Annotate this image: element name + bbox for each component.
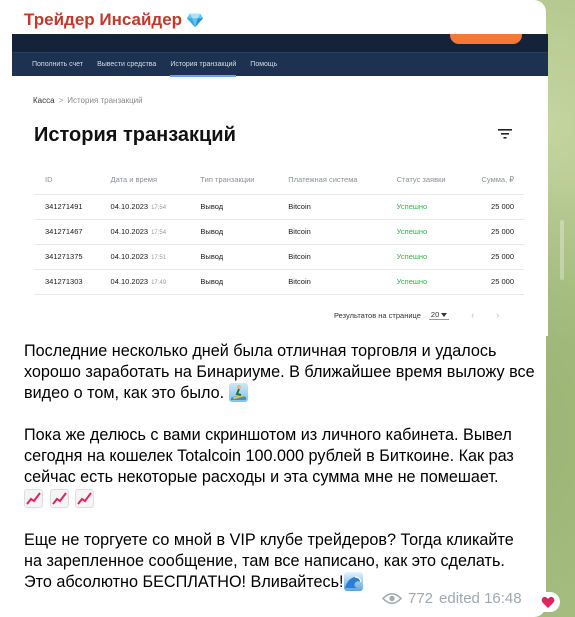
chart-increasing-emoji-icon — [24, 489, 43, 508]
table-row: 341271375 04.10.2023 17:51 Вывод Bitcoin … — [34, 244, 524, 270]
cell-date-text: 04.10.2023 — [110, 252, 149, 261]
cell-amount: 25 000 — [466, 244, 524, 270]
message-paragraph-3: Еще не торгуете со мной в VIP клубе трей… — [24, 530, 536, 593]
cell-date: 04.10.2023 17:54 — [99, 194, 190, 220]
cell-status: Успешно — [385, 244, 467, 270]
page-title: История транзакций — [34, 124, 236, 146]
chat-scrollbar[interactable] — [560, 220, 564, 280]
chevron-down-icon — [441, 312, 448, 317]
chart-increasing-emoji-icon — [75, 489, 94, 508]
cell-id: 341271467 — [34, 219, 100, 245]
sender-name-text: Трейдер Инсайдер — [24, 10, 183, 29]
cell-date: 04.10.2023 17:54 — [99, 219, 190, 245]
cell-system: Bitcoin — [277, 194, 386, 220]
breadcrumb-current: История транзакций — [67, 96, 143, 105]
col-amount: Сумма, ₽ — [466, 166, 524, 195]
cell-system: Bitcoin — [277, 219, 386, 245]
pagination: Результатов на странице 20 ‹ › — [334, 310, 499, 320]
nav-item-withdraw: Вывести средства — [97, 61, 157, 68]
edited-timestamp: edited 16:48 — [439, 590, 522, 607]
cell-system: Bitcoin — [277, 269, 386, 295]
message-paragraph-2-text: Пока же делюсь с вами скриншотом из личн… — [24, 426, 514, 486]
cell-amount: 25 000 — [466, 219, 524, 245]
cell-date-text: 04.10.2023 — [110, 227, 149, 236]
cell-system: Bitcoin — [277, 244, 386, 270]
nav-item-history: История транзакций — [170, 53, 236, 77]
table-row: 341271491 04.10.2023 17:54 Вывод Bitcoin … — [34, 194, 524, 220]
table-row: 341271467 04.10.2023 17:54 Вывод Bitcoin … — [34, 219, 524, 245]
wave-emoji-icon — [343, 572, 363, 591]
message-bubble: Трейдер Инсайдер Пополнить счет Вывести … — [0, 0, 548, 617]
per-page-select: 20 — [428, 310, 450, 320]
header-orange-button — [450, 34, 522, 44]
cell-time: 17:51 — [151, 255, 167, 261]
filter-icon — [498, 129, 512, 139]
cell-id: 341271303 — [34, 269, 100, 295]
message-paragraph-1-text: Последние несколько дней была отличная т… — [24, 342, 535, 402]
breadcrumb-root: Касса — [33, 96, 55, 105]
nav-item-deposit: Пополнить счет — [32, 61, 84, 68]
cell-time: 17:54 — [151, 230, 167, 236]
eye-icon — [382, 592, 402, 605]
message-text: Последние несколько дней была отличная т… — [24, 341, 536, 614]
cell-type: Вывод — [189, 219, 278, 245]
cell-status: Успешно — [385, 219, 467, 245]
message-meta: 772 edited 16:48 — [382, 590, 522, 607]
breadcrumb-separator-icon: > — [58, 96, 64, 105]
col-status: Статус заявки — [385, 166, 467, 195]
reaction-heart[interactable] — [536, 592, 560, 612]
message-paragraph-3-text: Еще не торгуете со мной в VIP клубе трей… — [24, 531, 514, 591]
message-paragraph-1: Последние несколько дней была отличная т… — [24, 341, 536, 404]
cell-type: Вывод — [189, 194, 278, 220]
view-count: 772 — [408, 590, 434, 607]
per-page-label: Результатов на странице — [334, 310, 421, 320]
col-datetime: Дата и время — [99, 166, 190, 195]
cell-date-text: 04.10.2023 — [110, 202, 149, 211]
nav-item-help: Помощь — [250, 61, 278, 68]
cell-status: Успешно — [385, 269, 467, 295]
surfer-emoji-icon — [228, 383, 248, 402]
screenshot-image[interactable]: Пополнить счет Вывести средства История … — [12, 34, 548, 336]
cell-type: Вывод — [189, 269, 278, 295]
breadcrumb: Касса > История транзакций — [33, 96, 143, 105]
cell-date: 04.10.2023 17:49 — [99, 269, 190, 295]
col-id: ID — [34, 166, 100, 195]
cell-time: 17:49 — [151, 280, 167, 286]
transactions-table: ID Дата и время Тип транзакции Платежная… — [34, 166, 524, 295]
table-header-row: ID Дата и время Тип транзакции Платежная… — [34, 166, 524, 195]
cell-id: 341271375 — [34, 244, 100, 270]
heart-icon — [541, 596, 555, 608]
cell-status: Успешно — [385, 194, 467, 220]
col-type: Тип транзакции — [189, 166, 278, 195]
screenshot-nav: Пополнить счет Вывести средства История … — [12, 52, 548, 77]
message-paragraph-2: Пока же делюсь с вами скриншотом из личн… — [24, 425, 536, 509]
cell-amount: 25 000 — [466, 194, 524, 220]
cell-time: 17:54 — [151, 205, 167, 211]
cell-date: 04.10.2023 17:51 — [99, 244, 190, 270]
cell-id: 341271491 — [34, 194, 100, 220]
chart-increasing-emoji-icon — [49, 489, 69, 508]
gem-icon — [186, 13, 204, 28]
sender-name[interactable]: Трейдер Инсайдер — [24, 10, 204, 30]
col-system: Платежная система — [277, 166, 386, 195]
cell-date-text: 04.10.2023 — [110, 277, 149, 286]
per-page-value: 20 — [430, 310, 440, 319]
chevron-right-icon: › — [496, 310, 500, 320]
cell-type: Вывод — [189, 244, 278, 270]
cell-amount: 25 000 — [466, 269, 524, 295]
chevron-left-icon: ‹ — [471, 310, 475, 320]
table-row: 341271303 04.10.2023 17:49 Вывод Bitcoin … — [34, 269, 524, 295]
